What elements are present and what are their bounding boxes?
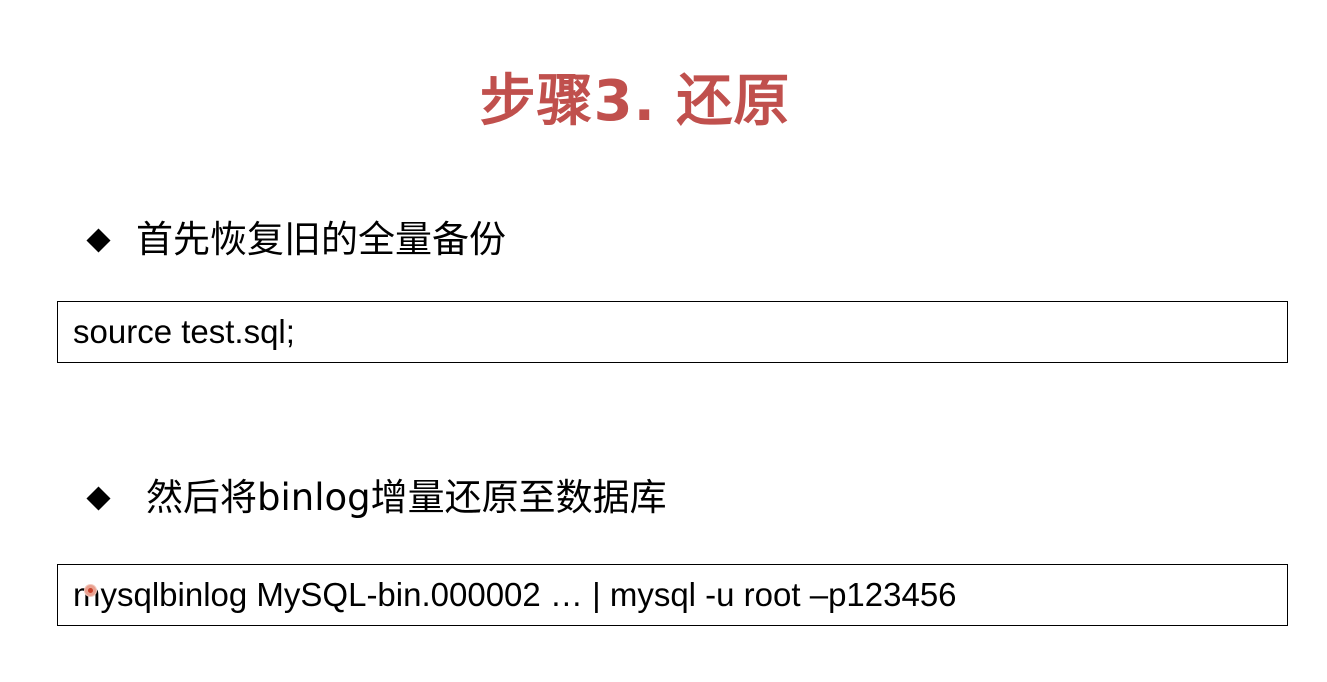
cursor-indicator-icon	[85, 585, 96, 596]
bullet-text: 首先恢复旧的全量备份	[136, 218, 506, 261]
code-text: mysqlbinlog MySQL-bin.000002 … | mysql -…	[73, 576, 957, 613]
code-text: source test.sql;	[73, 313, 295, 350]
diamond-bullet-icon	[86, 228, 110, 252]
bullet-item-binlog-restore: 然后将binlog增量还原至数据库	[86, 470, 667, 526]
bullet-text: 然后将binlog增量还原至数据库	[146, 476, 667, 519]
slide-title: 步骤3. 还原	[479, 69, 791, 134]
diamond-bullet-icon	[86, 486, 110, 510]
slide: 步骤3. 还原 首先恢复旧的全量备份 source test.sql; 然后将b…	[0, 0, 1327, 682]
code-box-restore-full: source test.sql;	[57, 301, 1288, 363]
bullet-item-full-backup: 首先恢复旧的全量备份	[86, 212, 506, 268]
code-box-binlog-command: mysqlbinlog MySQL-bin.000002 … | mysql -…	[57, 564, 1288, 626]
